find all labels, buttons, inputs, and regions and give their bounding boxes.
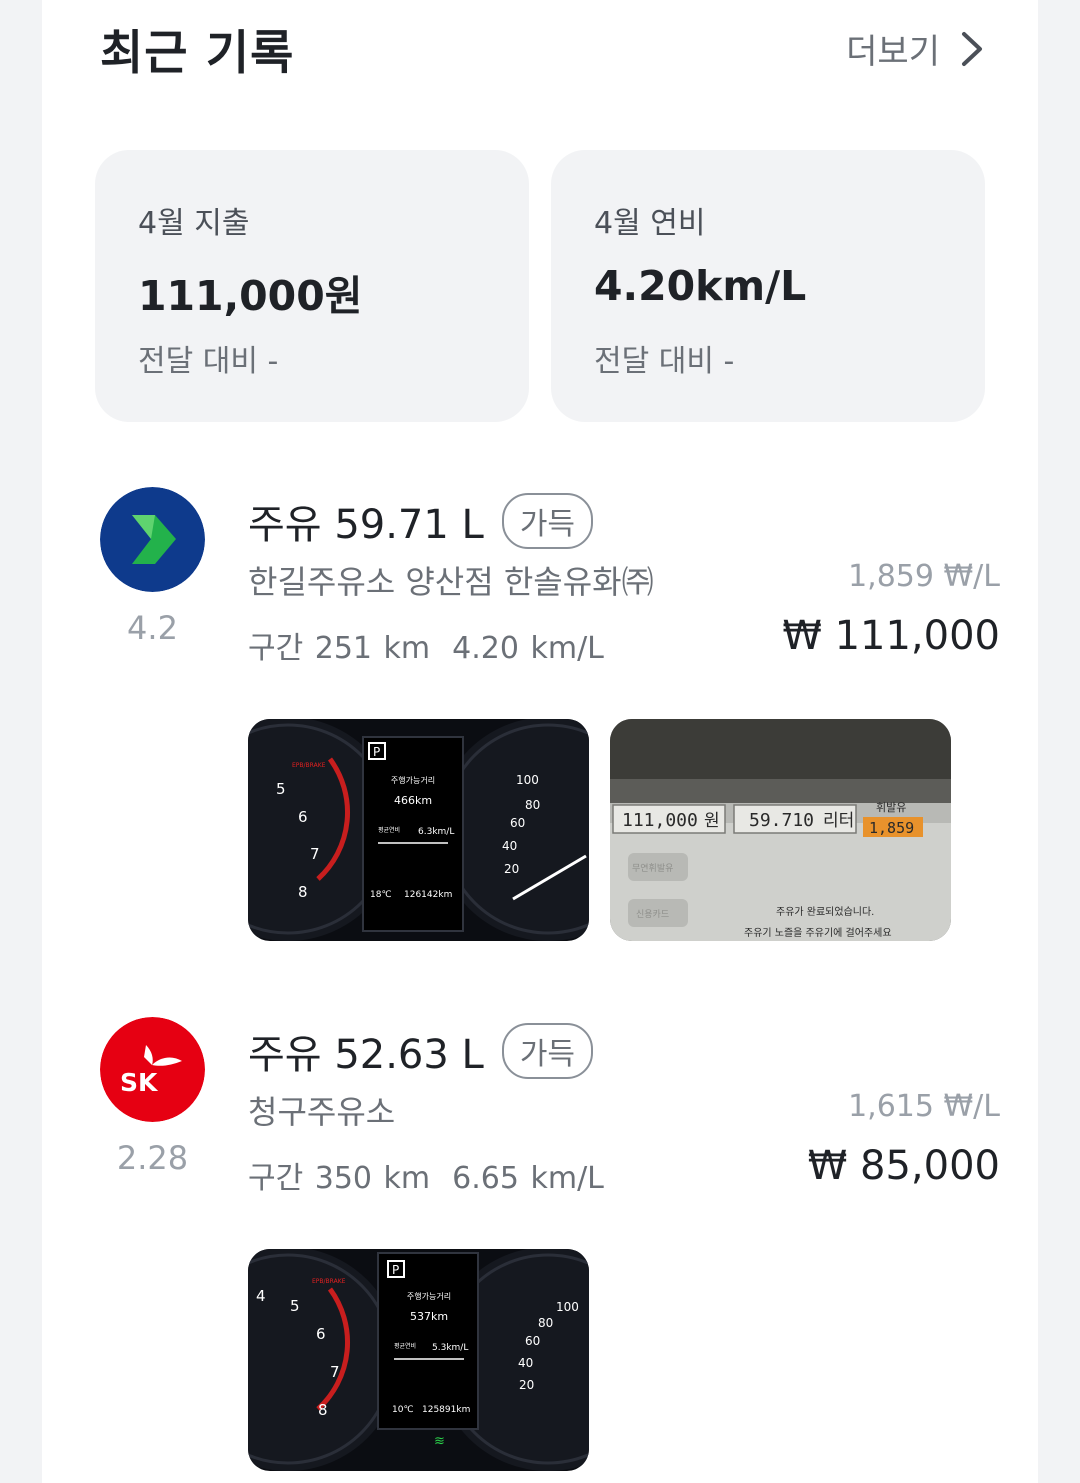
svg-text:100: 100: [516, 773, 539, 787]
spending-compare: 전달 대비 -: [138, 344, 279, 379]
outside-temp: 10℃: [392, 1405, 414, 1415]
efficiency-value: 4.20km/L: [594, 262, 807, 310]
range-value: 537km: [410, 1310, 448, 1323]
pump-button-card: 신용카드: [636, 909, 669, 920]
station-rating: 4.2: [127, 609, 178, 647]
svg-text:20: 20: [519, 1378, 534, 1392]
chevron-right-icon: [962, 31, 982, 66]
pump-receipt-photo[interactable]: 111,000 원 59.710 리터 휘발유 1,859 무연휘발유 신용카드…: [610, 719, 951, 941]
station-rating: 2.28: [116, 1139, 189, 1177]
segment-info: 구간 350 km 6.65 km/L: [248, 1153, 604, 1197]
segment-efficiency: 6.65 km/L: [452, 1161, 604, 1196]
spending-card[interactable]: 4월 지출 111,000원 전달 대비 -: [95, 150, 529, 422]
gs-caltex-logo-icon: [100, 487, 205, 592]
fuel-amount-line: 주유 52.63 L 가득: [248, 1022, 594, 1080]
svg-text:6: 6: [316, 1325, 326, 1343]
segment-efficiency: 4.20 km/L: [452, 631, 604, 666]
svg-text:20: 20: [504, 862, 519, 876]
brake-warning-label: EPB/BRAKE: [312, 1278, 346, 1285]
svg-text:P: P: [392, 1263, 399, 1277]
full-tank-badge: 가득: [501, 493, 594, 549]
svg-text:80: 80: [525, 798, 540, 812]
pump-unit-price: 1,859: [869, 819, 914, 837]
pump-message-done: 주유가 완료되었습니다.: [776, 906, 874, 918]
station-name: 청구주유소: [248, 1093, 396, 1131]
section-header: 최근 기록 더보기: [100, 14, 990, 81]
unit-price: 1,859 ₩/L: [848, 559, 1000, 594]
pump-price-unit: 원: [704, 811, 720, 831]
svg-text:6: 6: [298, 808, 308, 826]
svg-text:5: 5: [290, 1297, 300, 1315]
fuel-amount: 주유 52.63 L: [248, 1032, 484, 1078]
svg-text:7: 7: [330, 1363, 340, 1381]
pump-price-value: 111,000: [622, 810, 698, 831]
dashboard-photo[interactable]: 5 6 7 8 EPB/BRAKE 100 80 60 40 20 P 주행가능…: [248, 719, 589, 941]
pump-button-fuel: 무연휘발유: [632, 863, 673, 874]
full-tank-badge: 가득: [501, 1023, 594, 1079]
efficiency-label: 4월 연비: [594, 206, 706, 241]
segment-distance: 구간 251 km: [248, 631, 431, 666]
fuel-amount-line: 주유 59.71 L 가득: [248, 492, 594, 550]
pump-volume-value: 59.710: [749, 810, 814, 831]
more-link-label: 더보기: [846, 32, 940, 72]
sk-logo-text: SK: [120, 1068, 159, 1097]
svg-text:40: 40: [502, 839, 517, 853]
svg-text:40: 40: [518, 1356, 533, 1370]
monthly-summary: 4월 지출 111,000원 전달 대비 - 4월 연비 4.20km/L 전달…: [95, 150, 985, 422]
recent-records-sheet: 최근 기록 더보기 4월 지출 111,000원 전달 대비 - 4월 연비 4…: [42, 0, 1038, 1483]
svg-text:7: 7: [310, 845, 320, 863]
avg-efficiency-label: 평균연비: [378, 826, 400, 834]
unit-price: 1,615 ₩/L: [848, 1089, 1000, 1124]
svg-text:60: 60: [525, 1334, 540, 1348]
sk-energy-logo-icon: SK: [100, 1017, 205, 1122]
odometer: 125891km: [422, 1405, 470, 1415]
efficiency-compare: 전달 대비 -: [594, 344, 735, 379]
svg-text:4: 4: [256, 1287, 266, 1305]
avg-efficiency-value: 5.3km/L: [432, 1343, 468, 1353]
segment-distance: 구간 350 km: [248, 1161, 431, 1196]
avg-efficiency-label: 평균연비: [394, 1342, 416, 1350]
total-cost: ₩ 85,000: [807, 1143, 1000, 1189]
svg-text:8: 8: [318, 1401, 328, 1419]
svg-text:8: 8: [298, 883, 308, 901]
outside-temp: 18℃: [370, 890, 392, 900]
more-link[interactable]: 더보기: [846, 24, 990, 73]
range-label: 주행가능거리: [391, 775, 435, 785]
avg-efficiency-value: 6.3km/L: [418, 827, 454, 837]
svg-text:60: 60: [510, 816, 525, 830]
svg-text:P: P: [373, 745, 380, 759]
spending-label: 4월 지출: [138, 206, 250, 241]
brake-warning-label: EPB/BRAKE: [292, 762, 326, 769]
svg-text:5: 5: [276, 780, 286, 798]
station-name: 한길주유소 양산점 한솔유화㈜: [248, 563, 654, 601]
section-title: 최근 기록: [100, 26, 295, 81]
pump-message-nozzle: 주유기 노즐을 주유기에 걸어주세요: [744, 926, 892, 939]
spending-value: 111,000원: [138, 272, 363, 320]
pump-fuel-type: 휘발유: [876, 801, 906, 814]
fuel-amount: 주유 59.71 L: [248, 502, 484, 548]
range-label: 주행가능거리: [407, 1291, 451, 1301]
segment-info: 구간 251 km 4.20 km/L: [248, 623, 604, 667]
range-value: 466km: [394, 794, 432, 807]
total-cost: ₩ 111,000: [782, 613, 1000, 659]
svg-text:80: 80: [538, 1316, 553, 1330]
svg-text:≋: ≋: [434, 1434, 445, 1449]
efficiency-card[interactable]: 4월 연비 4.20km/L 전달 대비 -: [551, 150, 985, 422]
pump-volume-unit: 리터: [823, 811, 854, 831]
odometer: 126142km: [404, 890, 452, 900]
dashboard-photo[interactable]: 4 5 6 7 8 EPB/BRAKE 100 80 60 40 20 P 주행…: [248, 1249, 589, 1471]
svg-text:100: 100: [556, 1300, 579, 1314]
